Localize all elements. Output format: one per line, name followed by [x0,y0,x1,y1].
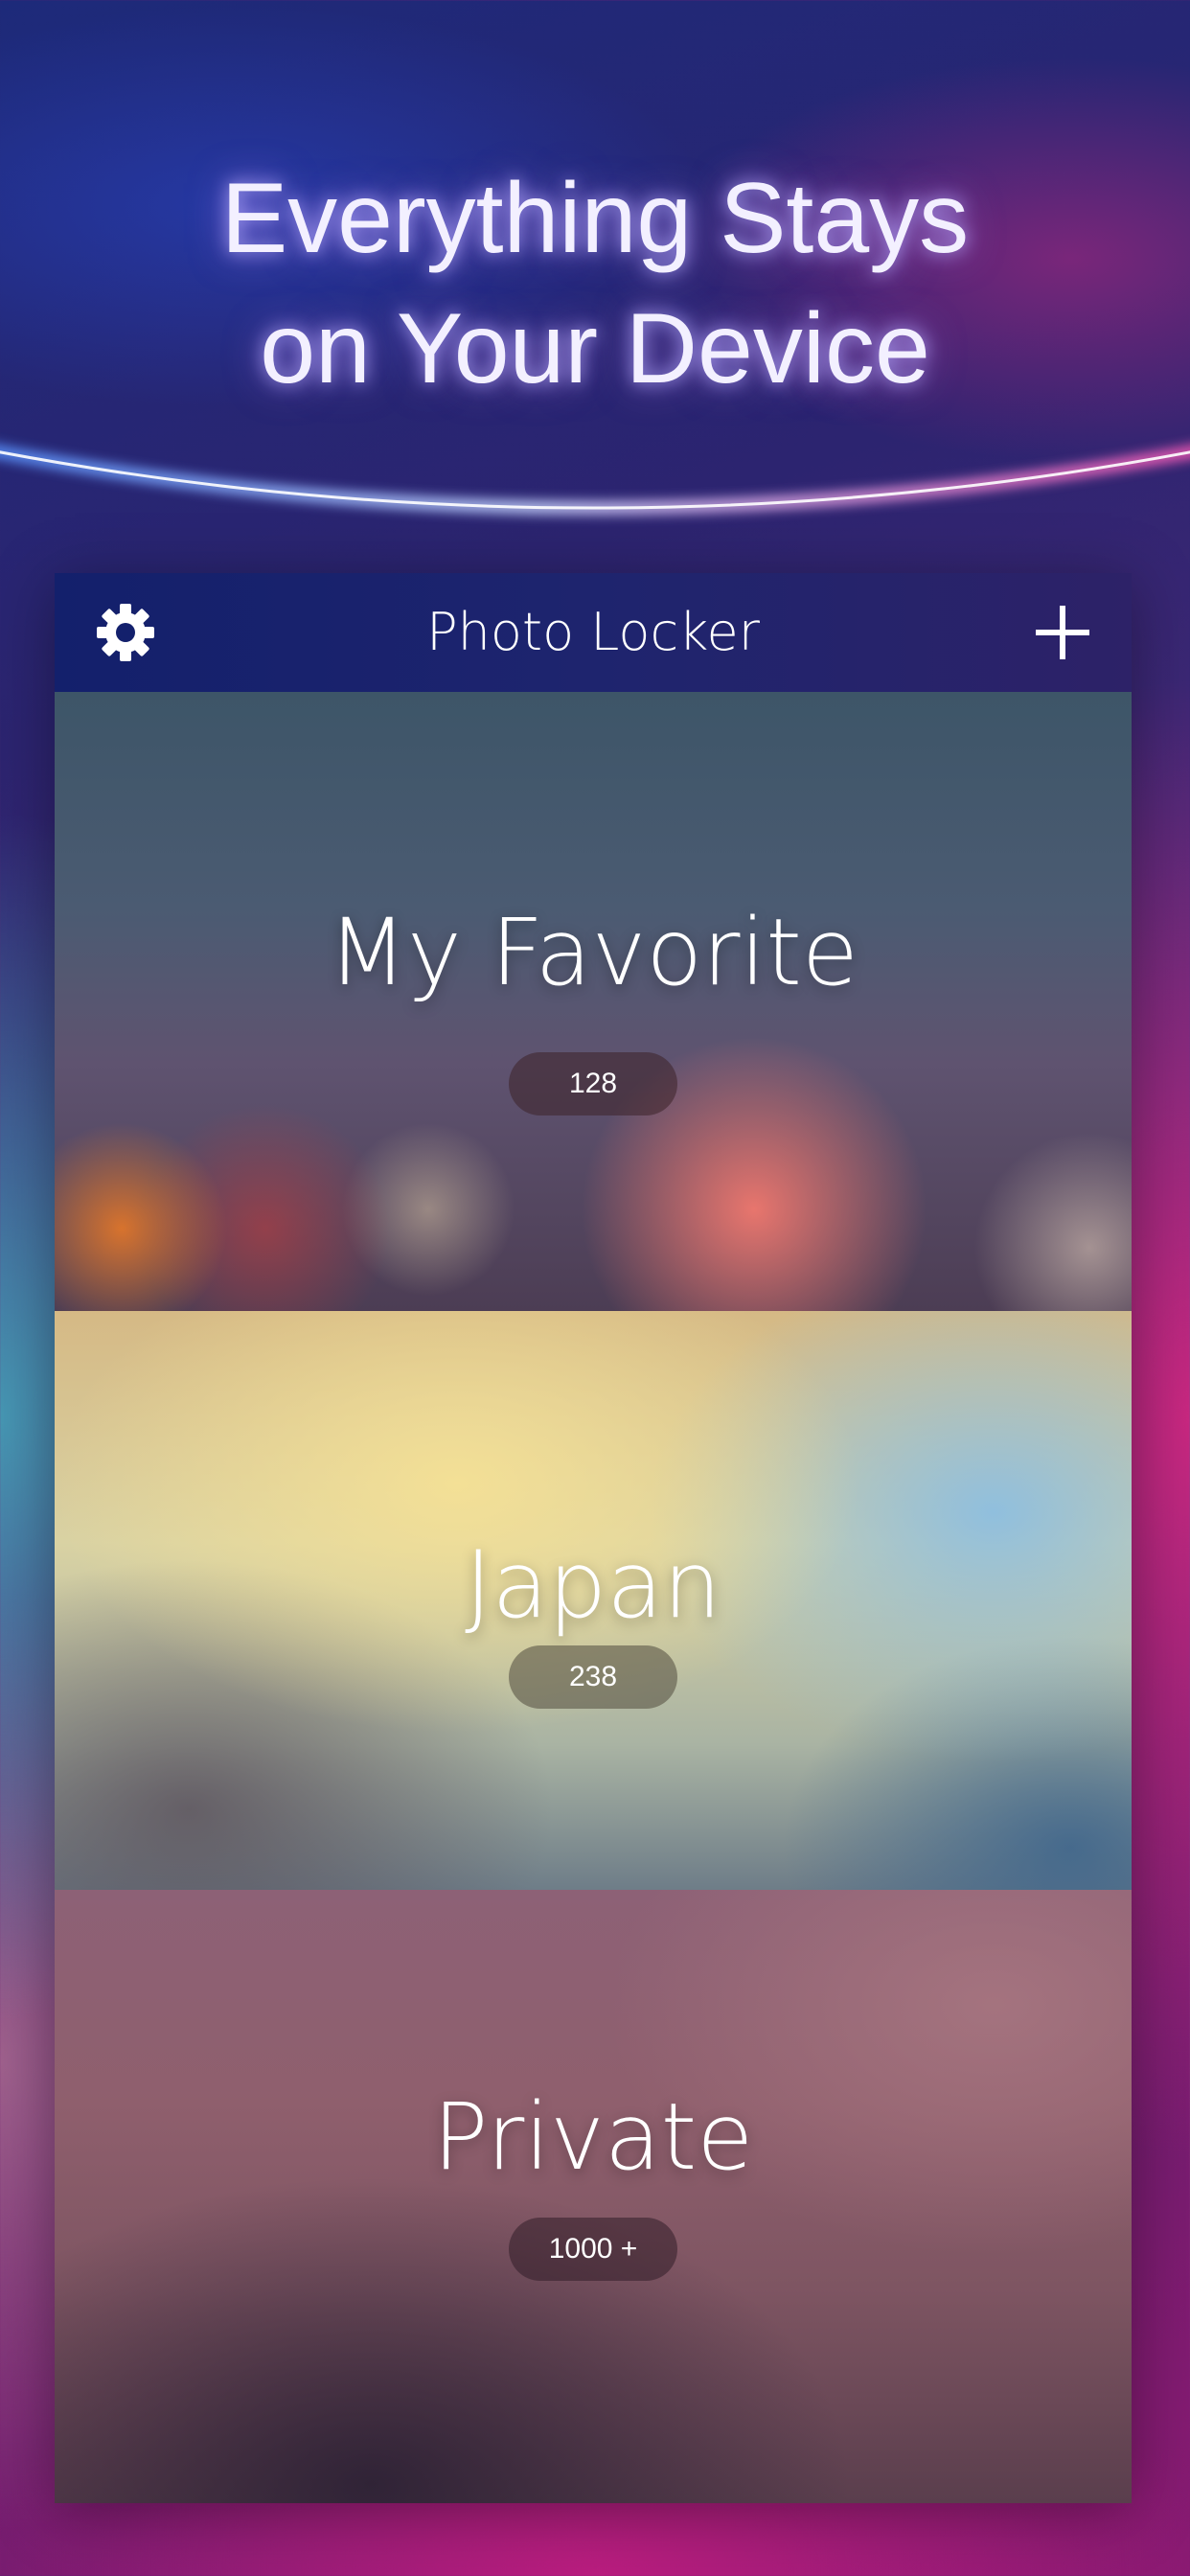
photo-count-badge: 1000 + [509,2218,677,2281]
album-title: My Favorite [328,899,858,1006]
settings-button[interactable] [95,602,156,663]
photo-count-badge: 128 [509,1052,677,1116]
album-title: Private [432,2083,754,2191]
app-screen: Photo Locker My Favorite 128 Japan 238 P… [55,573,1132,2503]
album-private[interactable]: Private 1000 + [55,1890,1132,2503]
navigation-bar: Photo Locker [55,573,1132,692]
gear-icon [97,604,154,661]
album-title: Japan [465,1531,721,1639]
add-album-button[interactable] [1032,602,1093,663]
app-title: Photo Locker [426,602,760,662]
album-japan[interactable]: Japan 238 [55,1311,1132,1890]
plus-icon [1036,606,1089,659]
album-my-favorite[interactable]: My Favorite 128 [55,692,1132,1311]
glow-arc [0,445,1190,515]
headline-line-1: Everything Stays [220,163,970,274]
headline-line-2: on Your Device [260,293,930,404]
photo-count-badge: 238 [509,1645,677,1709]
headline: Everything Stays on Your Device [0,153,1190,414]
hero-banner: Everything Stays on Your Device [0,0,1190,518]
